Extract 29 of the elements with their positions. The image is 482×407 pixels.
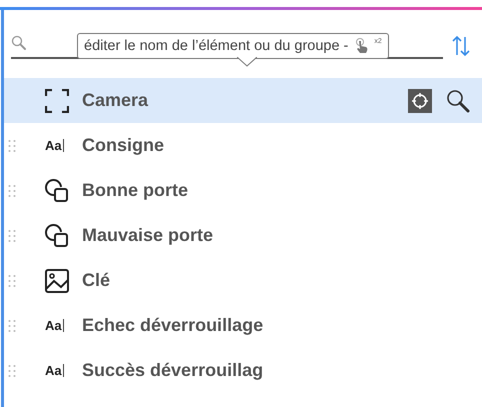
shapes-icon [45, 224, 69, 248]
drag-handle-icon[interactable] [8, 274, 16, 288]
layer-item[interactable]: Camera [4, 78, 482, 123]
drag-handle-icon[interactable] [8, 318, 16, 332]
layer-name: Consigne [82, 135, 164, 156]
sort-icon[interactable] [452, 35, 470, 57]
layer-name: Succès déverrouillag [82, 360, 264, 381]
drag-handle-icon[interactable] [8, 228, 16, 242]
drag-handle-icon[interactable] [8, 364, 16, 378]
drag-handle-icon[interactable] [8, 184, 16, 198]
layer-name: Clé [82, 270, 110, 291]
layer-name: Camera [82, 90, 148, 111]
layer-name: Mauvaise porte [82, 225, 214, 246]
image-icon [45, 268, 69, 292]
zoom-icon[interactable] [446, 88, 470, 112]
layer-item[interactable]: Mauvaise porte [4, 213, 482, 258]
tooltip-text: éditer le nom de l’élément ou du groupe - [84, 38, 348, 54]
layer-item[interactable]: Bonne porte [4, 168, 482, 213]
layer-name: Bonne porte [82, 180, 188, 201]
layer-item[interactable]: Aa Succès déverrouillag [4, 348, 482, 393]
drag-handle-icon[interactable] [8, 138, 16, 152]
layer-name: Echec déverrouillage [82, 315, 264, 336]
search-icon [11, 35, 27, 51]
layer-item[interactable]: Clé [4, 258, 482, 303]
locate-button[interactable] [408, 88, 432, 112]
frame-icon [45, 88, 69, 112]
shapes-icon [45, 178, 69, 202]
layer-item[interactable]: Aa Echec déverrouillage [4, 303, 482, 348]
layer-item[interactable]: Aa Consigne [4, 123, 482, 168]
